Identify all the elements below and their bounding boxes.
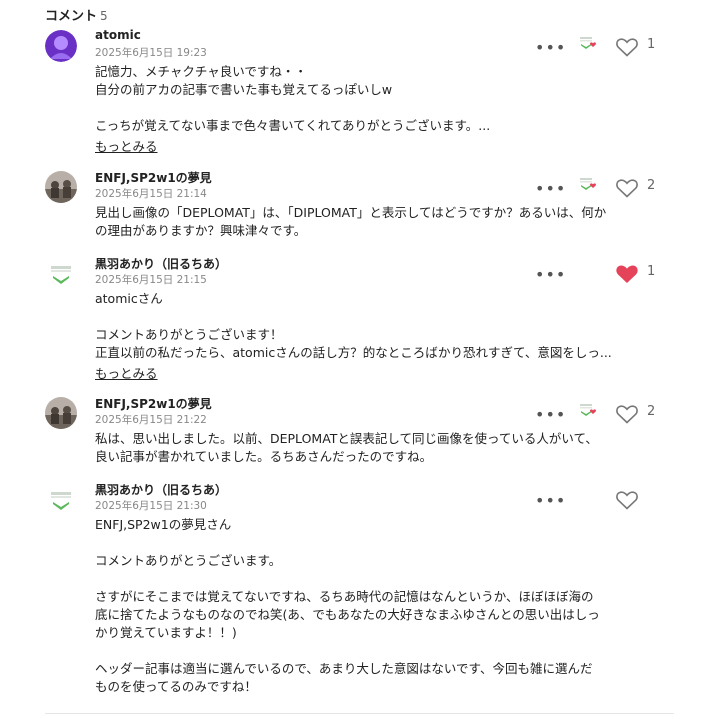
comment-timestamp: 2025年6月15日 21:15 [95, 274, 207, 286]
creator-like-badge-icon [575, 34, 601, 58]
comments-section: コメント 5 atomic 2025年6月15日 19:23 記憶力、メチャクチャ良い… [0, 0, 719, 719]
comment-author[interactable]: 黒羽あかり（旧るちあ） [95, 255, 227, 272]
comment-timestamp: 2025年6月15日 21:22 [95, 414, 207, 426]
like-count: 2 [647, 178, 656, 193]
like-heart-icon[interactable] [615, 403, 639, 425]
comment-line: かり覚えていますよ！！) [95, 625, 237, 640]
comment-author[interactable]: atomic [95, 28, 141, 42]
comment-timestamp: 2025年6月15日 21:30 [95, 500, 207, 512]
comment-line [95, 570, 675, 588]
avatar-logo-icon[interactable] [45, 483, 77, 515]
comment-line: atomicさん [95, 291, 163, 306]
comment-line: の理由がありますか？興味津々です。 [95, 223, 307, 238]
comment-line [95, 99, 675, 117]
comment-line: さすがにそこまでは覚えてないですね、るちあ時代の記憶はなんというか、ほぼほぼ海の [95, 589, 594, 604]
show-more-link[interactable]: もっとみる [95, 136, 158, 155]
avatar-logo-icon[interactable] [45, 257, 77, 289]
comments-header: コメント 5 [45, 5, 108, 24]
comment-author[interactable]: ENFJ,SP2w1の夢見 [95, 395, 212, 412]
comment-actions: ••• [535, 487, 675, 511]
comment-body: 私は、思い出しました。以前、DEPLOMATと誤表記して同じ画像を使っている人が… [95, 430, 675, 466]
like-heart-icon[interactable] [615, 36, 639, 58]
like-heart-icon[interactable] [615, 177, 639, 199]
comment-actions: ••• 2 [535, 175, 675, 199]
comment-actions: ••• 2 [535, 401, 675, 425]
comments-title: コメント [45, 9, 98, 24]
comment-timestamp: 2025年6月15日 21:14 [95, 188, 207, 200]
more-options-icon[interactable]: ••• [535, 265, 566, 284]
like-count: 1 [647, 37, 656, 52]
comments-count: 5 [100, 9, 108, 23]
comment-line: 記憶力、メチャクチャ良いですね・・ [95, 64, 307, 79]
comment-body: atomicさんコメントありがとうございます！ 正直以前の私だったら、atomic… [95, 290, 675, 362]
comment-line: 良い記事が書かれていました。るちあさんだったのですね。 [95, 449, 433, 464]
avatar-photo-icon[interactable] [45, 397, 77, 429]
like-count: 1 [647, 264, 656, 279]
comment-actions: ••• 1 [535, 34, 675, 58]
comment-line: 自分の前アカの記事で書いた事も覚えてるっぽいしw [95, 82, 393, 97]
show-more-link[interactable]: もっとみる [95, 363, 158, 382]
comment-line [95, 308, 675, 326]
like-heart-icon[interactable] [615, 263, 639, 285]
comment-line: コメントありがとうございます。 [95, 553, 282, 568]
comment-line [95, 534, 675, 552]
comment-body: 記憶力、メチャクチャ良いですね・・自分の前アカの記事で書いた事も覚えてるっぽいし… [95, 63, 675, 135]
creator-like-badge-icon [575, 175, 601, 199]
comment-line: こっちが覚えてない事まで色々書いてくれてありがとうございます。... [95, 118, 491, 133]
like-count: 2 [647, 404, 656, 419]
avatar-purple-icon[interactable] [45, 30, 77, 62]
comment-line: コメントありがとうございます！ [95, 327, 283, 342]
comment-body: 見出し画像の「DEPLOMAT」は、「DIPLOMAT」と表示してはどうですか？… [95, 204, 675, 240]
more-options-icon[interactable]: ••• [535, 405, 566, 424]
comment-line: 見出し画像の「DEPLOMAT」は、「DIPLOMAT」と表示してはどうですか？… [95, 205, 607, 220]
comment-line: 私は、思い出しました。以前、DEPLOMATと誤表記して同じ画像を使っている人が… [95, 431, 598, 446]
comment-line: 底に捨てたようなものなのでね笑(あ、でもあなたの大好きなまふゆさんとの思い出はし… [95, 607, 600, 622]
comment-body: ENFJ,SP2w1の夢見さんコメントありがとうございます。さすがにそこまでは覚… [95, 516, 675, 696]
creator-like-badge-icon [575, 401, 601, 425]
comment-timestamp: 2025年6月15日 19:23 [95, 47, 207, 59]
more-options-icon[interactable]: ••• [535, 179, 566, 198]
comment-line: ものを使ってるのみですね！ [95, 679, 257, 694]
like-heart-icon[interactable] [615, 489, 639, 511]
comment-author[interactable]: ENFJ,SP2w1の夢見 [95, 169, 212, 186]
comment-author[interactable]: 黒羽あかり（旧るちあ） [95, 481, 227, 498]
divider [45, 713, 674, 714]
comment-line [95, 642, 675, 660]
avatar-photo-icon[interactable] [45, 171, 77, 203]
comment-line: ENFJ,SP2w1の夢見さん [95, 517, 232, 532]
comment-line: 正直以前の私だったら、atomicさんの話し方？的なところばかり恐れすぎて、意図… [95, 345, 612, 360]
comment-actions: ••• 1 [535, 261, 675, 285]
more-options-icon[interactable]: ••• [535, 491, 566, 510]
more-options-icon[interactable]: ••• [535, 38, 566, 57]
comment-line: ヘッダー記事は適当に選んでいるので、あまり大した意図はないです、今回も雑に選んだ [95, 661, 593, 676]
